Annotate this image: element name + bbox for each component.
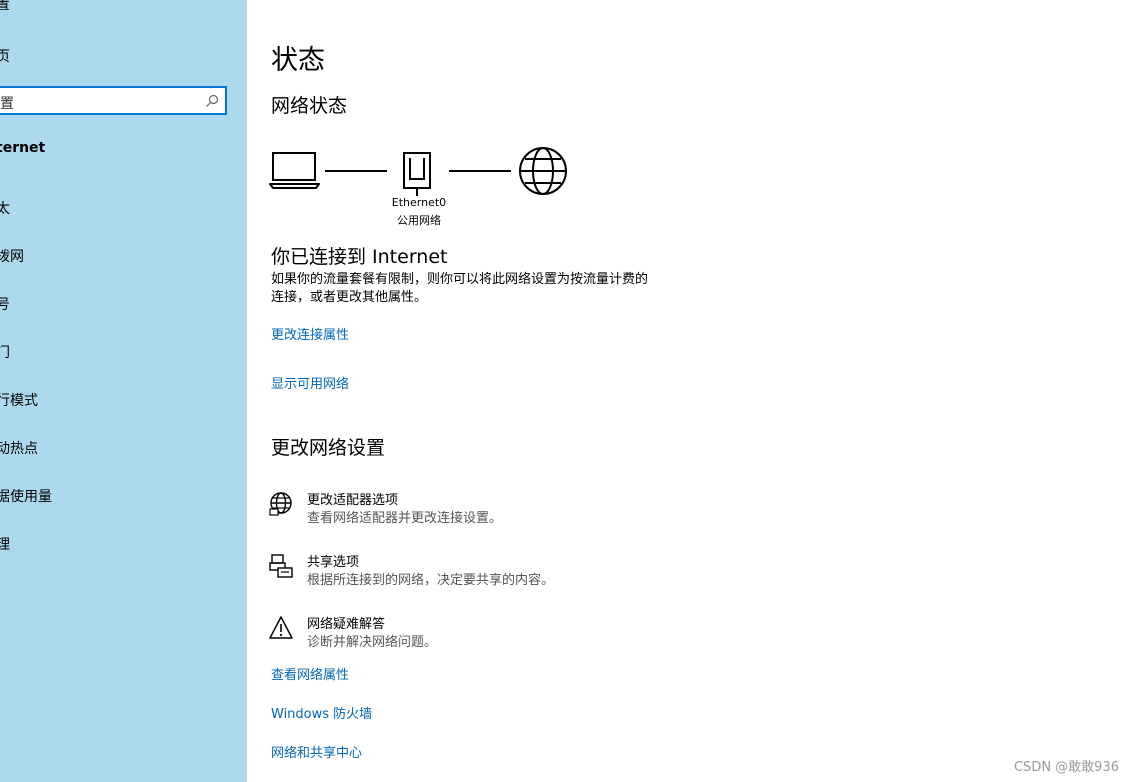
item-description: 诊断并解决网络问题。	[307, 635, 438, 650]
change-connection-properties-link[interactable]: 更改连接属性	[271, 324, 349, 343]
view-network-properties-link[interactable]: 查看网络属性	[271, 664, 349, 683]
network-type-label: 公用网络	[397, 214, 441, 227]
globe-icon	[519, 147, 567, 195]
show-available-networks-link[interactable]: 显示可用网络	[271, 373, 349, 392]
sidebar-item-home-partial[interactable]: 置	[0, 0, 10, 14]
sidebar-item-airplane-mode[interactable]: 行模式	[0, 390, 38, 410]
sidebar-item-data-usage[interactable]: 据使用量	[0, 486, 52, 506]
windows-firewall-link[interactable]: Windows 防火墙	[271, 703, 372, 722]
network-sharing-center-link[interactable]: 网络和共享中心	[271, 742, 362, 761]
main-content: 状态 网络状态 Ethernet0 公用网络 你已连接到 Internet 如果…	[247, 0, 1133, 782]
connection-status-title: 你已连接到 Internet	[271, 246, 448, 268]
change-adapter-options-item[interactable]: 更改适配器选项 查看网络适配器并更改连接设置。	[269, 488, 669, 528]
connection-desc-line1: 如果你的流量套餐有限制，则你可以将此网络设置为按流量计费的	[271, 272, 649, 287]
change-network-settings-heading: 更改网络设置	[271, 437, 386, 459]
search-icon[interactable]	[205, 94, 219, 108]
sidebar-item-homepage[interactable]: 页	[0, 46, 10, 66]
sidebar-section-network-internet: ternet	[0, 140, 46, 156]
sharing-icon	[269, 554, 293, 578]
ethernet-icon	[403, 152, 431, 196]
network-status-heading: 网络状态	[271, 95, 348, 117]
page-title: 状态	[271, 45, 325, 76]
item-title: 网络疑难解答	[307, 617, 386, 632]
adapter-name-label: Ethernet0	[391, 196, 447, 209]
globe-adapter-icon	[269, 492, 292, 516]
item-title: 更改适配器选项	[307, 493, 399, 508]
sidebar-item-proxy-2[interactable]: 理	[0, 534, 10, 554]
watermark: CSDN @敢敢936	[1013, 760, 1119, 775]
sidebar-item-proxy[interactable]: 门	[0, 342, 10, 362]
sidebar-item-vpn[interactable]: 号	[0, 294, 10, 314]
item-description: 查看网络适配器并更改连接设置。	[307, 511, 503, 526]
sidebar-item-ethernet[interactable]: 太	[0, 198, 10, 218]
sidebar-item-dialup[interactable]: 拨网	[0, 246, 24, 266]
sidebar-item-mobile-hotspot[interactable]: 动热点	[0, 438, 38, 458]
sharing-options-item[interactable]: 共享选项 根据所连接到的网络，决定要共享的内容。	[269, 550, 669, 590]
warning-icon	[269, 616, 293, 639]
settings-search-input[interactable]: 置	[0, 86, 227, 115]
item-title: 共享选项	[307, 555, 360, 570]
network-troubleshooter-item[interactable]: 网络疑难解答 诊断并解决网络问题。	[269, 612, 669, 652]
connection-desc-line2: 连接，或者更改其他属性。	[271, 290, 428, 305]
network-status-diagram	[269, 147, 567, 196]
search-placeholder: 置	[0, 96, 14, 112]
settings-sidebar: 置 页 置 ternet 太 拨网 号 门 行模式 动热点 据使用量 理	[0, 0, 247, 782]
item-description: 根据所连接到的网络，决定要共享的内容。	[307, 573, 555, 588]
laptop-icon	[269, 152, 320, 189]
